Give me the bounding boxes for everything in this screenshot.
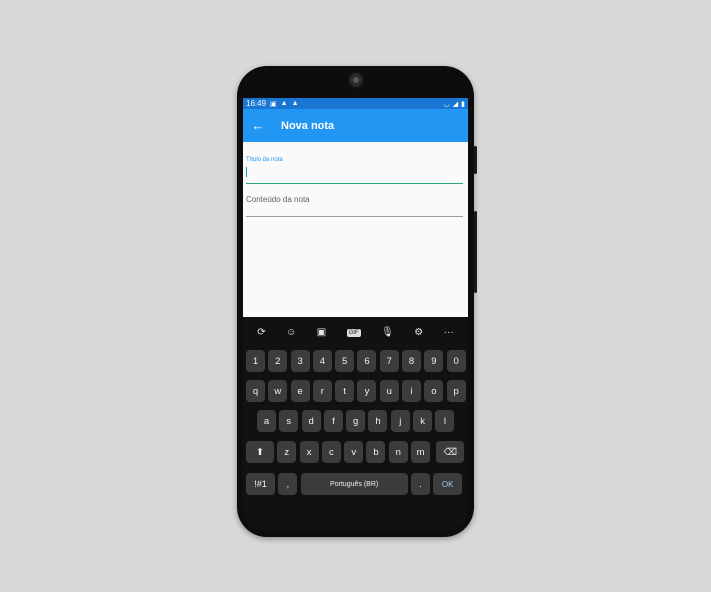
key-p[interactable]: p: [446, 380, 466, 402]
backspace-key[interactable]: ⌫: [436, 441, 465, 463]
key-n[interactable]: n: [388, 441, 408, 463]
key-h[interactable]: h: [368, 410, 388, 432]
more-icon[interactable]: ···: [444, 327, 454, 338]
keyboard: ⟳ ☺ ▣ GIF 🎙 ⚙ ··· 1 2 3 4 5 6 7 8 9 0 q …: [243, 317, 468, 530]
signal-icon: ◢: [452, 100, 459, 108]
content-field[interactable]: Conteúdo da nota: [246, 192, 463, 217]
key-k[interactable]: k: [413, 410, 433, 432]
back-arrow-icon[interactable]: ←: [243, 118, 273, 133]
key-f[interactable]: f: [323, 410, 343, 432]
number-row: 1 2 3 4 5 6 7 8 9 0: [246, 350, 468, 372]
note-form: Título da nota Conteúdo da nota: [243, 142, 468, 317]
key-o[interactable]: o: [424, 380, 444, 402]
key-0[interactable]: 0: [446, 350, 466, 372]
symbols-key[interactable]: !#1: [246, 473, 275, 495]
key-6[interactable]: 6: [357, 350, 377, 372]
app-bar: ← Nova nota: [243, 109, 468, 142]
letter-row-2: a s d f g h j k l: [257, 410, 458, 432]
key-3[interactable]: 3: [290, 350, 310, 372]
key-7[interactable]: 7: [379, 350, 399, 372]
volume-button: [474, 211, 477, 293]
key-v[interactable]: v: [344, 441, 364, 463]
key-u[interactable]: u: [379, 380, 399, 402]
comma-key[interactable]: ,: [278, 473, 298, 495]
letter-row-3: ⬆ z x c v b n m ⌫: [246, 441, 468, 463]
battery-icon: ▮: [461, 100, 465, 108]
key-z[interactable]: z: [277, 441, 297, 463]
space-key[interactable]: Português (BR): [300, 473, 408, 495]
key-q[interactable]: q: [246, 380, 265, 402]
gif-icon[interactable]: GIF: [346, 328, 361, 337]
letter-row-1: q w e r t y u i o p: [246, 380, 468, 402]
key-b[interactable]: b: [366, 441, 386, 463]
key-m[interactable]: m: [411, 441, 431, 463]
content-field-placeholder: Conteúdo da nota: [246, 195, 310, 204]
phone-frame: 16:49 ▣ ▲ ▲ ◡ ◢ ▮ ← Nova nota Título da …: [237, 66, 477, 537]
title-field-label: Título da nota: [246, 157, 283, 163]
ok-key[interactable]: OK: [433, 473, 463, 495]
key-a[interactable]: a: [257, 410, 276, 432]
warning-icon: ▲: [280, 100, 288, 107]
key-r[interactable]: r: [312, 380, 332, 402]
key-5[interactable]: 5: [335, 350, 355, 372]
image-icon: ▣: [270, 100, 277, 108]
key-8[interactable]: 8: [402, 350, 422, 372]
bottom-row: !#1 , Português (BR) . OK: [246, 473, 465, 495]
status-time: 16:49: [246, 99, 267, 108]
text-cursor: [246, 167, 247, 177]
microphone-icon[interactable]: 🎙: [381, 327, 394, 338]
key-4[interactable]: 4: [312, 350, 332, 372]
screen: 16:49 ▣ ▲ ▲ ◡ ◢ ▮ ← Nova nota Título da …: [243, 98, 468, 530]
key-9[interactable]: 9: [424, 350, 444, 372]
key-x[interactable]: x: [299, 441, 319, 463]
page-title: Nova nota: [281, 119, 335, 132]
key-s[interactable]: s: [279, 410, 299, 432]
power-button: [474, 146, 477, 174]
key-1[interactable]: 1: [246, 350, 265, 372]
settings-icon[interactable]: ⚙: [414, 327, 423, 338]
sticker-icon[interactable]: ▣: [317, 327, 326, 338]
key-w[interactable]: w: [268, 380, 288, 402]
key-d[interactable]: d: [301, 410, 321, 432]
key-j[interactable]: j: [390, 410, 410, 432]
front-camera: [347, 71, 365, 89]
translate-icon[interactable]: ⟳: [257, 327, 265, 338]
key-l[interactable]: l: [435, 410, 455, 432]
warning-icon-2: ▲: [291, 100, 299, 107]
wifi-icon: ◡: [443, 100, 450, 108]
period-key[interactable]: .: [410, 473, 430, 495]
emoji-icon[interactable]: ☺: [286, 327, 296, 338]
key-t[interactable]: t: [335, 380, 355, 402]
key-g[interactable]: g: [346, 410, 366, 432]
shift-key[interactable]: ⬆: [246, 441, 274, 463]
key-e[interactable]: e: [290, 380, 310, 402]
status-bar: 16:49 ▣ ▲ ▲ ◡ ◢ ▮: [243, 98, 468, 109]
key-y[interactable]: y: [357, 380, 377, 402]
key-i[interactable]: i: [402, 380, 422, 402]
key-c[interactable]: c: [321, 441, 341, 463]
key-2[interactable]: 2: [268, 350, 288, 372]
keyboard-toolbar: ⟳ ☺ ▣ GIF 🎙 ⚙ ···: [243, 317, 468, 348]
title-field[interactable]: Título da nota: [246, 156, 463, 184]
